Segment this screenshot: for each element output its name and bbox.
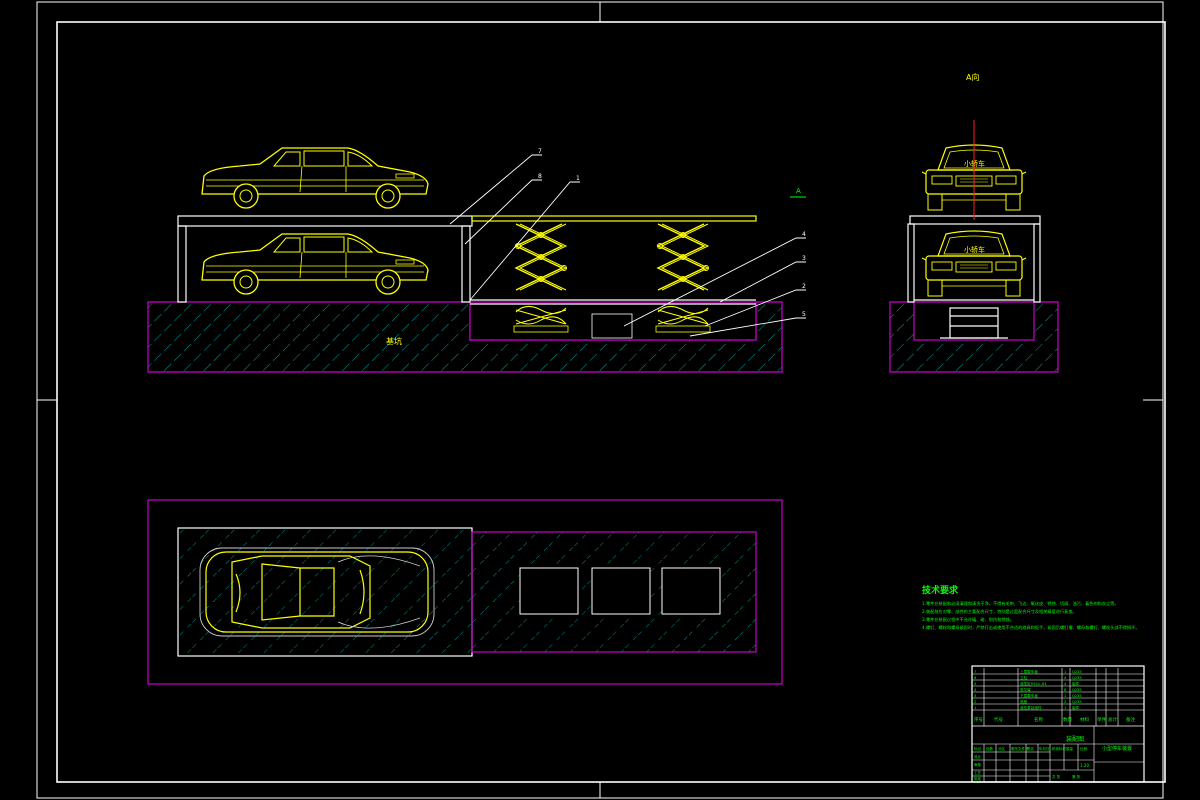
side-view: A向 小轿车 小轿车 [889, 72, 1059, 373]
tb-stage: 阶段标记 [1052, 746, 1067, 751]
bom-row-name: 液压缸HSGL-63 [1020, 681, 1046, 686]
bom-row-material: Q235 [1072, 676, 1082, 680]
notes-title: 技术要求 [922, 584, 959, 596]
note-3: 3.零件在装配过程中不允许磕、碰、划伤和锈蚀。 [922, 616, 1014, 623]
bom-row-no: 4 [974, 688, 977, 692]
drawing-number: 装配图 [1066, 735, 1084, 743]
bom-header-cell: 数量 [1063, 716, 1072, 723]
tb-total-sheets: 共 张 [1052, 774, 1061, 779]
tb-zone: 分区 [998, 746, 1006, 751]
tb-date: 年月日 [1039, 746, 1050, 751]
view-arrow-a: A [790, 187, 806, 198]
bom-header-cell: 序号 [974, 716, 983, 723]
bom-row-name: 立柱 [1020, 675, 1028, 680]
part-marker-3: 3 [802, 255, 806, 262]
bom-row-qty: 2 [1064, 700, 1066, 704]
ground-label: 基坑 [386, 336, 402, 346]
fixed-parking-frame [177, 215, 473, 303]
bom-header-cell: 总计 [1108, 716, 1117, 723]
technical-notes: 技术要求 1.零件在装配前必须清理和清洗干净，不得有毛刺、飞边、氧化皮、锈蚀、切… [922, 584, 1140, 631]
bom-row-material: 组件 [1072, 681, 1080, 686]
bom-row-name: 下层载车板 [1020, 693, 1038, 698]
tb-mark: 标记 [974, 746, 982, 751]
bom-row-qty: 4 [1064, 682, 1067, 686]
tb-scale: 比例 [1080, 746, 1088, 751]
cad-drawing-canvas: 7 8 1 4 3 2 5 A 基坑 A向 小轿车 技术要求 1.零件在装配前必… [36, 1, 1166, 799]
part-marker-7: 7 [538, 148, 542, 155]
lift-platform [470, 215, 757, 305]
tb-count: 处数 [986, 746, 994, 751]
lower-car-label: 小轿车 [964, 245, 985, 254]
drawing-name: 小型停车装置 [1102, 745, 1132, 752]
part-marker-1: 1 [576, 175, 580, 182]
tb-design: 设计 [974, 754, 982, 759]
bom-header-cell: 备注 [1126, 716, 1135, 723]
bom-row-no: 2 [974, 700, 976, 704]
bom-row-name: 剪叉臂 [1020, 687, 1031, 692]
bom-header-cell: 单件 [1097, 716, 1106, 723]
bom-row-material: 组件 [1072, 705, 1080, 710]
part-marker-2: 2 [802, 283, 806, 290]
bom-row-qty: 1 [1064, 694, 1066, 698]
note-4: 4.螺钉、螺栓和螺母紧固时，严禁打击或使用不合适的旋具和扳手。紧固后螺钉槽、螺母… [922, 624, 1140, 631]
bom-header-cell: 材料 [1080, 716, 1089, 723]
bom-row-material: Q235 [1072, 670, 1082, 674]
note-1: 1.零件在装配前必须清理和清洗干净，不得有毛刺、飞边、氧化皮、锈蚀、切屑、油污、… [922, 600, 1119, 607]
bom-row-no: 3 [974, 694, 976, 698]
tb-approve: 批准 [974, 776, 982, 781]
title-block: 7 上层载车板 1 Q235 6 立柱 4 Q235 5 液压缸HSGL-63 4 组件 4 剪叉臂 8 Q2… [971, 665, 1145, 783]
bom-row-no: 5 [974, 682, 976, 686]
lower-car-front [921, 230, 1027, 297]
tb-signature: 签名 [1027, 746, 1034, 751]
part-marker-8: 8 [538, 173, 542, 180]
plan-view [147, 499, 783, 685]
svg-text:A: A [796, 187, 801, 195]
bom-row-material: Q235 [1072, 694, 1082, 698]
tb-sheet-no: 第 张 [1072, 774, 1081, 779]
bom-row-qty: 4 [1064, 676, 1067, 680]
lower-car-side [201, 233, 429, 295]
bom-header-cell: 名称 [1034, 716, 1043, 723]
part-marker-4: 4 [802, 231, 806, 238]
bom-row-no: 6 [974, 676, 977, 680]
bom-row-no: 7 [974, 670, 976, 674]
scale-value: 1:20 [1080, 763, 1089, 768]
bom-header-cell: 代号 [994, 716, 1003, 723]
bom-row-qty: 1 [1064, 706, 1066, 710]
tb-review: 审核 [974, 762, 982, 767]
bom-row-name: 上层载车板 [1020, 669, 1038, 674]
side-view-title: A向 [966, 72, 979, 82]
elevation-view: 7 8 1 4 3 2 5 A 基坑 [147, 147, 806, 373]
bom-row-no: 1 [974, 706, 976, 710]
note-2: 2.装配前应对零、部件的主要配合尺寸，特别是过盈配合尺寸及相关精度进行复查。 [922, 608, 1077, 615]
bom-row-name: 液压泵站组件 [1020, 705, 1042, 710]
drawing-frame [36, 1, 1166, 799]
bom-row-material: Q235 [1072, 700, 1082, 704]
part-marker-5: 5 [802, 311, 806, 318]
tb-process: 工艺 [974, 770, 982, 775]
bom-row-name: 底座 [1020, 699, 1028, 704]
tb-weight: 重量 [1066, 746, 1074, 751]
upper-car-side [201, 147, 429, 209]
bom-row-material: Q235 [1072, 688, 1082, 692]
bom-row-qty: 1 [1064, 670, 1066, 674]
lift-pit [469, 301, 757, 341]
bom-row-qty: 8 [1064, 688, 1067, 692]
